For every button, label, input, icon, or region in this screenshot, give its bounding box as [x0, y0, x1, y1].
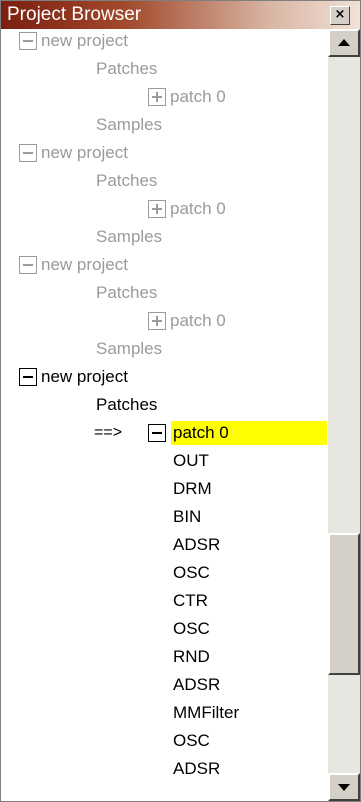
module-item[interactable]: OSC: [173, 729, 210, 753]
minus-box-icon[interactable]: [19, 368, 37, 386]
module-item[interactable]: OSC: [173, 617, 210, 641]
module-item[interactable]: OUT: [173, 449, 209, 473]
module-item[interactable]: MMFilter: [173, 701, 239, 725]
vertical-scrollbar[interactable]: [328, 29, 360, 801]
module-item[interactable]: DRM: [173, 477, 212, 501]
project-tree: new project Patches patch 0 Samples new …: [1, 29, 327, 801]
scroll-down-button[interactable]: [328, 773, 360, 801]
project-browser-window: Project Browser × new project Patches pa…: [0, 0, 361, 802]
title-bar[interactable]: Project Browser ×: [1, 1, 360, 29]
plus-box-icon[interactable]: [148, 312, 166, 330]
module-item[interactable]: OSC: [173, 561, 210, 585]
scroll-up-button[interactable]: [328, 29, 360, 57]
module-item[interactable]: ADSR: [173, 533, 220, 557]
module-item[interactable]: RND: [173, 645, 210, 669]
minus-box-icon[interactable]: [19, 256, 37, 274]
module-item[interactable]: ADSR: [173, 757, 220, 781]
module-item[interactable]: BIN: [173, 505, 201, 529]
plus-box-icon[interactable]: [148, 200, 166, 218]
close-button[interactable]: ×: [330, 6, 350, 25]
module-item[interactable]: CTR: [173, 589, 208, 613]
current-patch-marker: ==>: [94, 424, 123, 441]
window-title: Project Browser: [7, 4, 142, 25]
plus-box-icon[interactable]: [148, 88, 166, 106]
module-item[interactable]: ADSR: [173, 673, 220, 697]
close-icon: ×: [334, 7, 346, 22]
arrow-down-icon: [338, 784, 350, 791]
arrow-up-icon: [338, 39, 350, 46]
minus-box-icon[interactable]: [19, 144, 37, 162]
scroll-thumb[interactable]: [328, 533, 360, 675]
minus-box-icon[interactable]: [148, 424, 166, 442]
minus-box-icon[interactable]: [19, 32, 37, 50]
